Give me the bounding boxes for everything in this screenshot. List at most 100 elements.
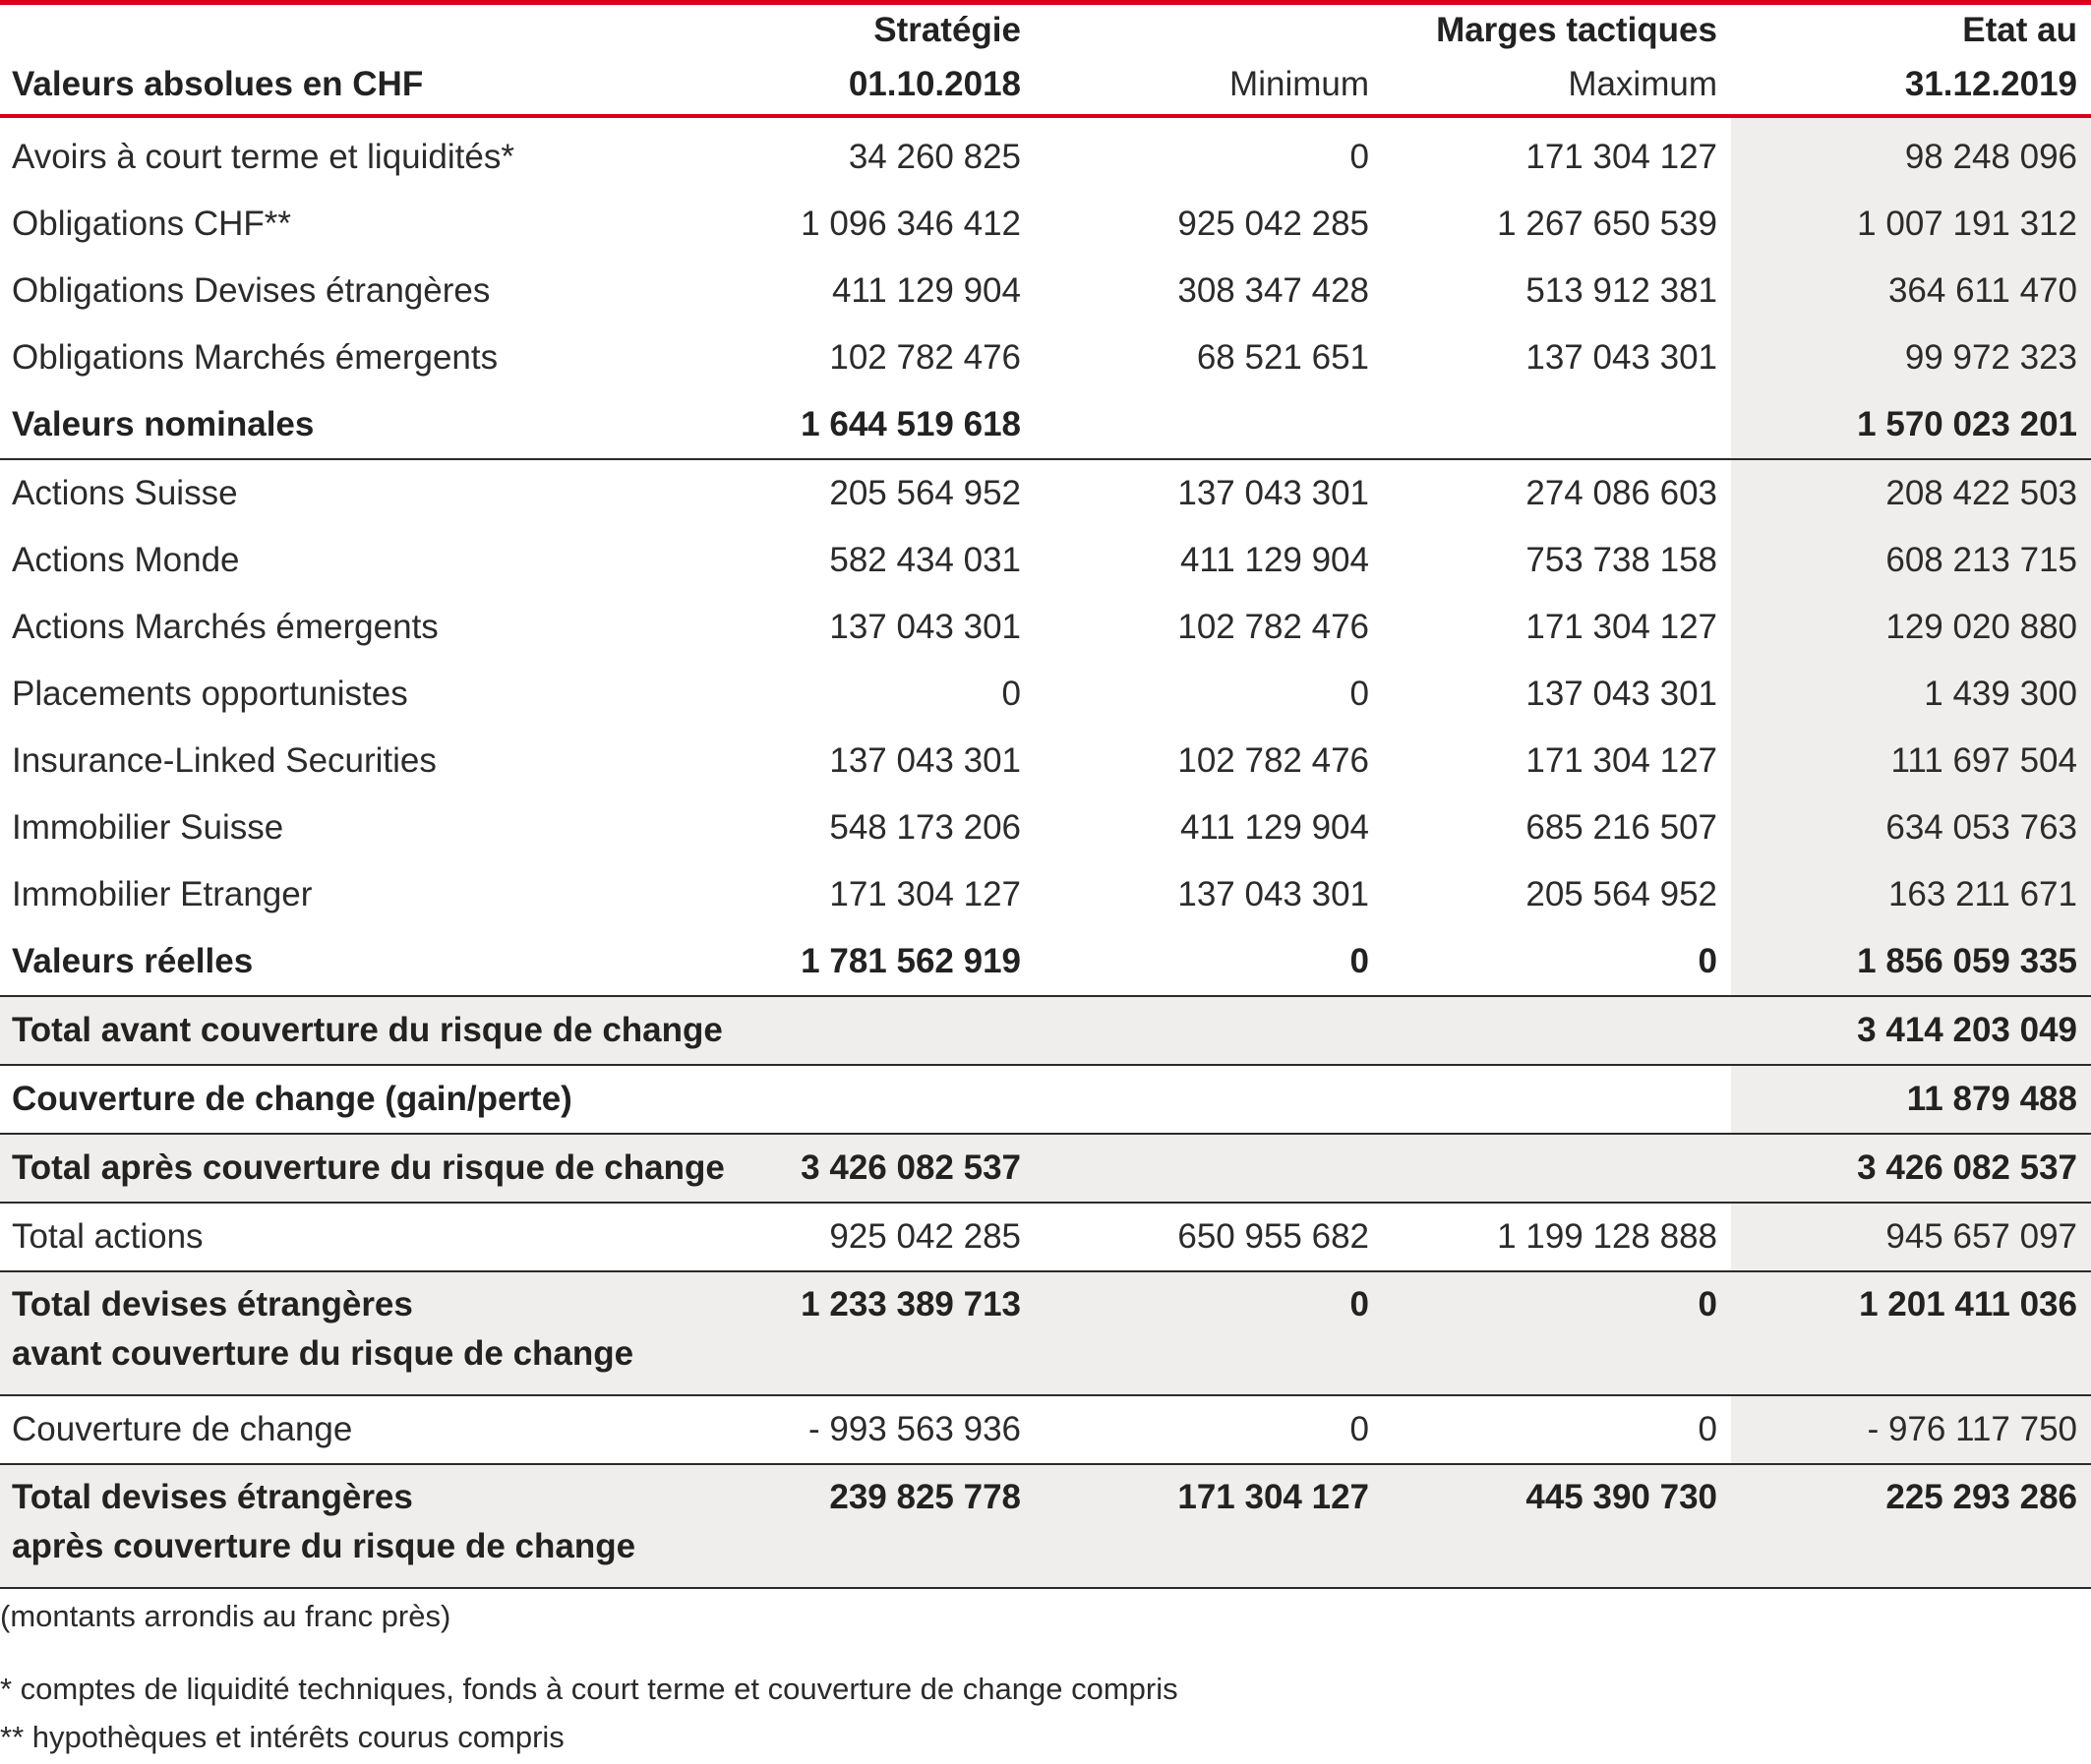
row-label: Actions Monde: [12, 541, 240, 579]
cell-maximum: [1383, 391, 1731, 460]
cell-maximum: [1383, 1134, 1731, 1204]
table-row: Insurance-Linked Securities 137 043 301 …: [0, 728, 2091, 794]
row-label: Obligations Devises étrangères: [12, 271, 491, 310]
cell-maximum: 753 738 158: [1525, 541, 1717, 579]
cell-etat: 111 697 504: [1731, 728, 2091, 794]
cell-maximum: 0: [1383, 928, 1731, 997]
cell-minimum: 411 129 904: [1179, 541, 1369, 579]
row-label: Total devises étrangères avant couvertur…: [0, 1271, 747, 1396]
row-label-line1: Total devises étrangères: [12, 1478, 413, 1516]
cell-strategie: 1 644 519 618: [747, 391, 1035, 460]
cell-strategie: 137 043 301: [829, 741, 1021, 780]
cell-minimum: 411 129 904: [1179, 808, 1369, 847]
row-label: Insurance-Linked Securities: [12, 741, 437, 780]
header-minimum: Minimum: [1229, 65, 1369, 103]
row-label: Obligations CHF**: [12, 205, 291, 243]
row-label: Actions Suisse: [12, 474, 238, 512]
total-row: Total avant couverture du risque de chan…: [0, 996, 2091, 1066]
cell-maximum: 171 304 127: [1525, 138, 1717, 176]
total-row: Total devises étrangères après couvertur…: [0, 1464, 2091, 1589]
cell-strategie: 411 129 904: [831, 271, 1021, 310]
header-strategie: Stratégie: [873, 11, 1021, 49]
cell-minimum: 0: [1349, 138, 1369, 176]
row-label: Couverture de change (gain/perte): [0, 1065, 747, 1135]
row-label: Obligations Marchés émergents: [12, 338, 499, 377]
header-valeurs-absolues: Valeurs absolues en CHF: [12, 65, 424, 103]
cell-etat: 99 972 323: [1731, 324, 2091, 391]
row-label: Placements opportunistes: [12, 675, 408, 713]
cell-strategie: 582 434 031: [829, 541, 1021, 579]
table-row: Actions Marchés émergents 137 043 301 10…: [0, 594, 2091, 661]
row-label: Total après couverture du risque de chan…: [0, 1134, 747, 1204]
cell-minimum: 171 304 127: [1035, 1464, 1383, 1589]
cell-maximum: 171 304 127: [1525, 741, 1717, 780]
row-label: Total avant couverture du risque de chan…: [0, 996, 747, 1066]
header-maximum: Maximum: [1568, 65, 1717, 103]
table-row: Total actions 925 042 285 650 955 682 1 …: [0, 1203, 2091, 1272]
table-row: Actions Monde 582 434 031 411 129 904 75…: [0, 527, 2091, 594]
cell-strategie: 1 096 346 412: [801, 205, 1021, 243]
row-label: Immobilier Etranger: [12, 875, 313, 913]
cell-strategie: [747, 996, 1035, 1066]
rounding-note: (montants arrondis au franc près): [0, 1599, 451, 1633]
cell-minimum: 0: [1035, 928, 1383, 997]
cell-etat: 1 439 300: [1731, 661, 2091, 728]
cell-etat: - 976 117 750: [1731, 1395, 2091, 1465]
row-label-line2: après couverture du risque de change: [12, 1527, 636, 1565]
cell-strategie: 137 043 301: [829, 608, 1021, 646]
total-row: Couverture de change (gain/perte) 11 879…: [0, 1065, 2091, 1135]
header-row-2: Valeurs absolues en CHF 01.10.2018 Minim…: [0, 56, 2091, 116]
cell-etat: 1 007 191 312: [1731, 191, 2091, 258]
cell-strategie: 205 564 952: [829, 474, 1021, 512]
table-row: Obligations CHF** 1 096 346 412 925 042 …: [0, 191, 2091, 258]
cell-strategie: 1 781 562 919: [747, 928, 1035, 997]
cell-maximum: [1383, 1065, 1731, 1135]
row-label: Immobilier Suisse: [12, 808, 284, 847]
cell-etat: 3 426 082 537: [1731, 1134, 2091, 1204]
row-label: Couverture de change: [0, 1395, 747, 1465]
cell-strategie: 239 825 778: [747, 1464, 1035, 1589]
cell-strategie: - 993 563 936: [747, 1395, 1035, 1465]
table-header: Stratégie Marges tactiques Etat au Valeu…: [0, 5, 2091, 116]
cell-minimum: 308 347 428: [1177, 271, 1369, 310]
cell-etat: 163 211 671: [1731, 861, 2091, 928]
cell-etat: 1 570 023 201: [1731, 391, 2091, 460]
cell-etat: 945 657 097: [1731, 1203, 2091, 1272]
table-row: Obligations Devises étrangères 411 129 9…: [0, 258, 2091, 324]
row-label: Valeurs nominales: [0, 391, 747, 460]
cell-etat: 3 414 203 049: [1731, 996, 2091, 1066]
cell-minimum: 0: [1035, 1395, 1383, 1465]
cell-strategie: [747, 1065, 1035, 1135]
header-row-1: Stratégie Marges tactiques Etat au: [0, 5, 2091, 56]
cell-strategie: 548 173 206: [829, 808, 1021, 847]
cell-maximum: 1 267 650 539: [1497, 205, 1717, 243]
cell-maximum: 137 043 301: [1525, 338, 1717, 377]
cell-etat: 608 213 715: [1731, 527, 2091, 594]
cell-maximum: 445 390 730: [1383, 1464, 1731, 1589]
header-strategie-date: 01.10.2018: [848, 65, 1021, 103]
cell-etat: 1 856 059 335: [1731, 928, 2091, 997]
total-row: Total devises étrangères avant couvertur…: [0, 1271, 2091, 1396]
table-row: Immobilier Etranger 171 304 127 137 043 …: [0, 861, 2091, 928]
cell-strategie: 3 426 082 537: [747, 1134, 1035, 1204]
cell-maximum: 171 304 127: [1525, 608, 1717, 646]
cell-etat: 1 201 411 036: [1731, 1271, 2091, 1396]
row-label: Total actions: [0, 1203, 747, 1272]
cell-minimum: 102 782 476: [1177, 608, 1369, 646]
cell-strategie: 1 233 389 713: [747, 1271, 1035, 1396]
cell-strategie: 925 042 285: [747, 1203, 1035, 1272]
cell-etat: 364 611 470: [1731, 258, 2091, 324]
cell-etat: 634 053 763: [1731, 794, 2091, 861]
cell-minimum: [1035, 391, 1383, 460]
cell-etat: 129 020 880: [1731, 594, 2091, 661]
row-label: Valeurs réelles: [0, 928, 747, 997]
cell-etat: 208 422 503: [1731, 459, 2091, 527]
cell-strategie: 171 304 127: [829, 875, 1021, 913]
cell-minimum: 68 521 651: [1196, 338, 1369, 377]
header-etat-date: 31.12.2019: [1904, 65, 2077, 103]
total-row: Total après couverture du risque de chan…: [0, 1134, 2091, 1204]
cell-minimum: 137 043 301: [1177, 474, 1369, 512]
row-label: Avoirs à court terme et liquidités*: [12, 138, 514, 176]
cell-maximum: 0: [1383, 1395, 1731, 1465]
cell-minimum: 102 782 476: [1177, 741, 1369, 780]
